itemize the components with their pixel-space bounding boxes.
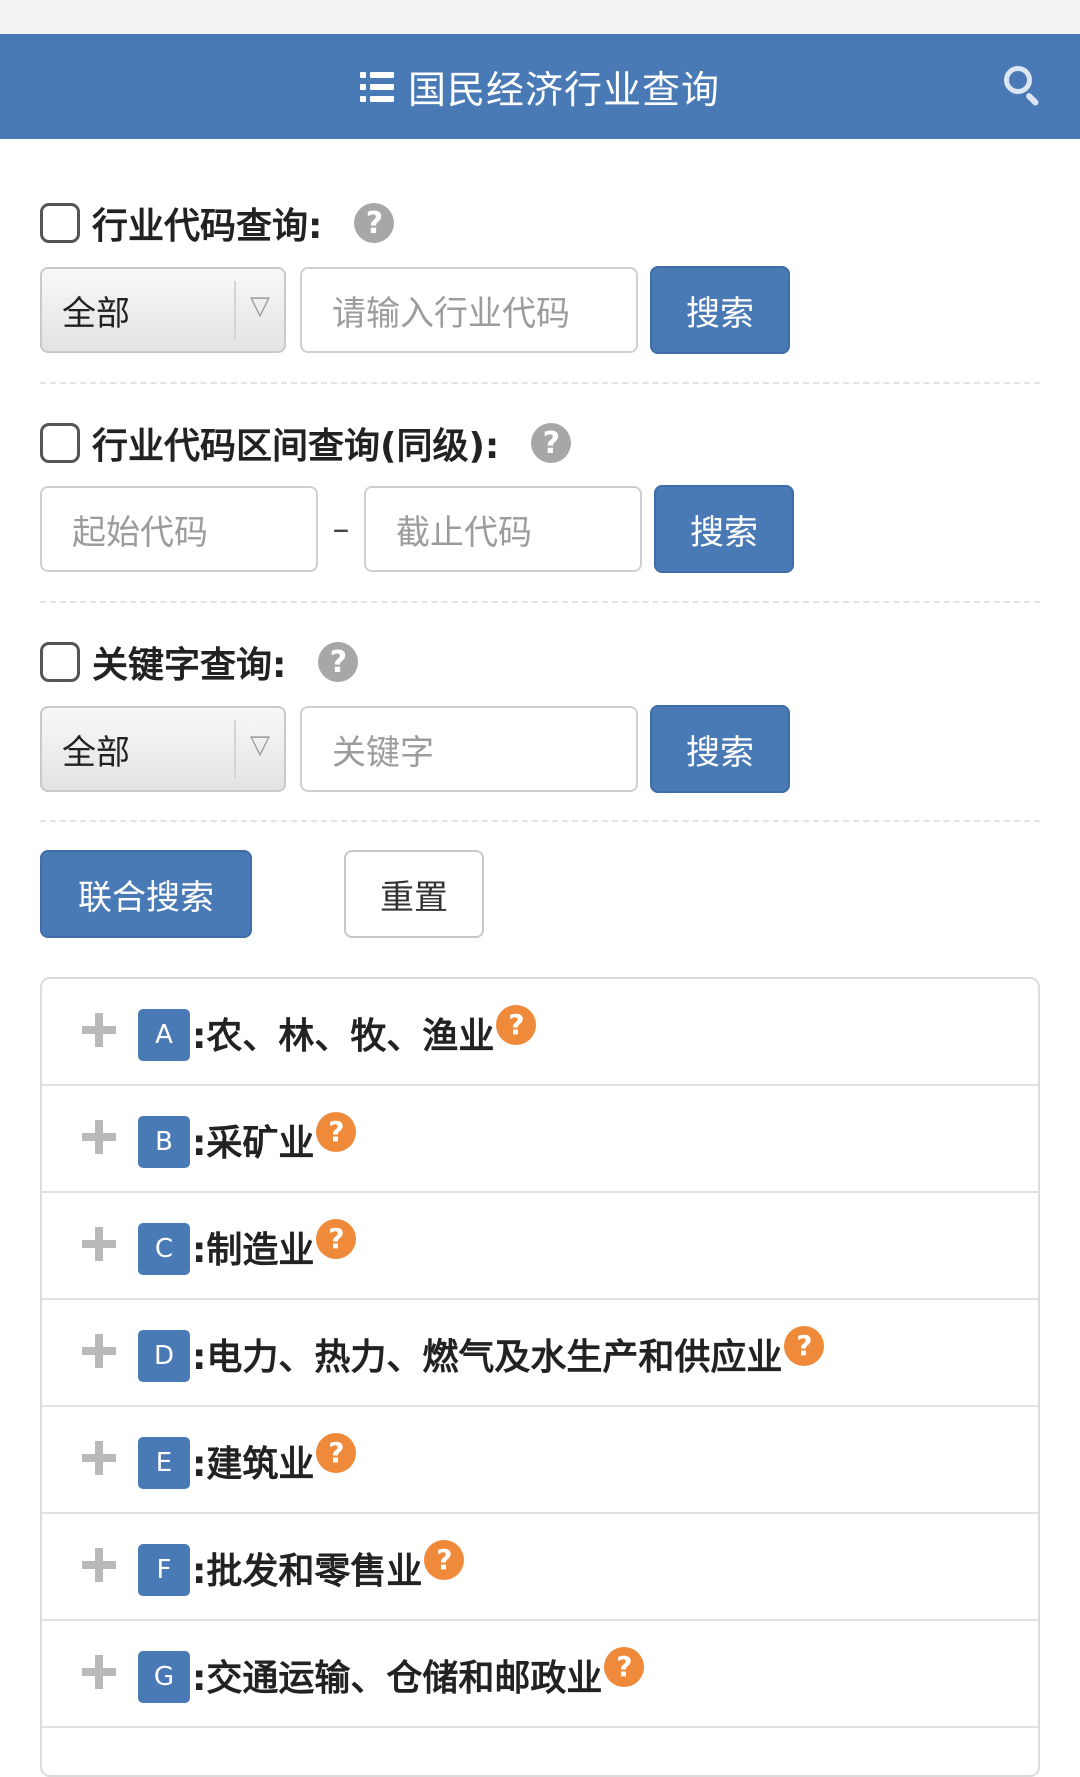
divider (40, 601, 1040, 603)
keyword-search-button[interactable]: 搜索 (650, 705, 790, 793)
category-name: :电力、热力、燃气及水生产和供应业 (192, 1336, 783, 1378)
category-code-badge: F (138, 1544, 190, 1596)
page-title: 国民经济行业查询 (407, 68, 720, 112)
category-code-badge: E (138, 1437, 190, 1489)
code-query-label: 行业代码查询: (92, 206, 323, 247)
code-query-controls: 全部 ▽ 请输入行业代码 搜索 (40, 266, 790, 354)
range-separator: – (332, 509, 350, 549)
header-title-wrap: 国民经济行业查询 (0, 34, 1080, 139)
divider (40, 820, 1040, 822)
category-name: :制造业 (192, 1229, 315, 1271)
tree-item[interactable]: A :农、林、牧、渔业? (42, 979, 1038, 1086)
search-icon[interactable] (1002, 64, 1042, 107)
range-query-checkbox[interactable] (40, 423, 80, 463)
category-name: :农、林、牧、渔业 (192, 1015, 495, 1057)
select-value: 全部 (62, 732, 130, 773)
category-code-badge: C (138, 1223, 190, 1275)
help-icon[interactable]: ? (604, 1646, 645, 1687)
keyword-query-controls: 全部 ▽ 关键字 搜索 (40, 705, 790, 793)
help-icon[interactable]: ? (496, 1004, 537, 1045)
help-icon[interactable]: ? (354, 203, 395, 243)
help-icon[interactable]: ? (316, 1111, 357, 1152)
tree-item-partial[interactable] (42, 1728, 1038, 1775)
tree-item[interactable]: D :电力、热力、燃气及水生产和供应业? (42, 1300, 1038, 1407)
help-icon[interactable]: ? (316, 1432, 357, 1473)
select-value: 全部 (62, 293, 130, 334)
tree-item[interactable]: G :交通运输、仓储和邮政业? (42, 1621, 1038, 1728)
category-name: :交通运输、仓储和邮政业 (192, 1657, 603, 1699)
industry-tree: A :农、林、牧、渔业? B :采矿业? C :制造业? D :电力、热力、燃气… (40, 977, 1040, 1777)
category-code-badge: A (138, 1009, 190, 1061)
keyword-query-label: 关键字查询: (92, 645, 287, 686)
start-code-input[interactable]: 起始代码 (40, 486, 318, 572)
category-name: :批发和零售业 (192, 1550, 423, 1592)
reset-button[interactable]: 重置 (344, 850, 484, 938)
keyword-query-section: 关键字查询: ? (40, 639, 1040, 686)
range-query-controls: 起始代码 – 截止代码 搜索 (40, 485, 794, 573)
chevron-down-icon: ▽ (250, 291, 270, 321)
code-query-section: 行业代码查询: ? (40, 200, 1040, 247)
list-icon[interactable] (359, 71, 394, 102)
help-icon[interactable]: ? (318, 642, 359, 682)
help-icon[interactable]: ? (424, 1539, 465, 1580)
app-header: 国民经济行业查询 (0, 34, 1080, 139)
range-query-section: 行业代码区间查询(同级): ? (40, 420, 1040, 467)
category-name: :建筑业 (192, 1443, 315, 1485)
plus-icon[interactable] (82, 1013, 116, 1047)
end-code-input[interactable]: 截止代码 (364, 486, 642, 572)
help-icon[interactable]: ? (531, 423, 572, 463)
plus-icon[interactable] (82, 1441, 116, 1475)
category-code-badge: B (138, 1116, 190, 1168)
range-query-label: 行业代码区间查询(同级): (92, 426, 500, 467)
category-code-badge: D (138, 1330, 190, 1382)
plus-icon[interactable] (82, 1655, 116, 1689)
divider (40, 382, 1040, 384)
combined-search-button[interactable]: 联合搜索 (40, 850, 252, 938)
plus-icon[interactable] (82, 1334, 116, 1368)
help-icon[interactable]: ? (316, 1218, 357, 1259)
plus-icon[interactable] (82, 1227, 116, 1261)
tree-item[interactable]: B :采矿业? (42, 1086, 1038, 1193)
code-query-checkbox[interactable] (40, 203, 80, 243)
keyword-query-checkbox[interactable] (40, 642, 80, 682)
code-search-button[interactable]: 搜索 (650, 266, 790, 354)
category-name: :采矿业 (192, 1122, 315, 1164)
category-code-badge: G (138, 1651, 190, 1703)
tree-item[interactable]: E :建筑业? (42, 1407, 1038, 1514)
help-icon[interactable]: ? (784, 1325, 825, 1366)
chevron-down-icon: ▽ (250, 730, 270, 760)
plus-icon[interactable] (82, 1120, 116, 1154)
code-level-select[interactable]: 全部 ▽ (40, 267, 286, 353)
plus-icon[interactable] (82, 1548, 116, 1582)
status-bar (0, 0, 1080, 34)
tree-item[interactable]: F :批发和零售业? (42, 1514, 1038, 1621)
range-search-button[interactable]: 搜索 (654, 485, 794, 573)
keyword-input[interactable]: 关键字 (300, 706, 638, 792)
industry-code-input[interactable]: 请输入行业代码 (300, 267, 638, 353)
tree-item[interactable]: C :制造业? (42, 1193, 1038, 1300)
keyword-level-select[interactable]: 全部 ▽ (40, 706, 286, 792)
